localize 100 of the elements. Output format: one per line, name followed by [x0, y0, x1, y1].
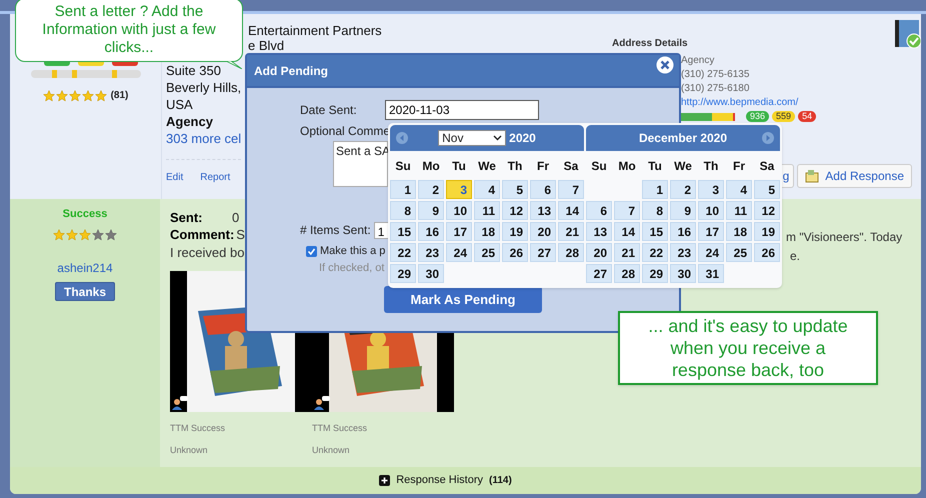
calendar-day[interactable]: 11	[726, 201, 752, 220]
calendar-day[interactable]: 14	[614, 222, 640, 241]
calendar-day[interactable]: 9	[670, 201, 696, 220]
calendar-day[interactable]: 15	[390, 222, 416, 241]
calendar-day[interactable]: 27	[530, 243, 556, 262]
photo-note: Unknown	[170, 444, 209, 456]
calendar-day[interactable]: 1	[642, 180, 668, 199]
comment-text: m "Visioneers". Today	[786, 229, 902, 246]
action-link[interactable]: Report	[200, 170, 230, 185]
count-badge: 54	[798, 111, 816, 122]
next-month-icon	[762, 132, 774, 144]
address-line: Suite 350	[166, 62, 221, 79]
calendar-day[interactable]: 30	[670, 264, 696, 283]
calendar-day[interactable]: 11	[474, 201, 500, 220]
field-label: Date Sent:	[300, 102, 358, 119]
calendar-day[interactable]: 27	[586, 264, 612, 283]
calendar-day[interactable]: 6	[530, 180, 556, 199]
calendar-day[interactable]: 17	[446, 222, 472, 241]
weekday-label: Sa	[760, 158, 774, 174]
calendar-day[interactable]: 19	[502, 222, 528, 241]
calendar-day[interactable]: 7	[614, 201, 640, 220]
calendar-day[interactable]: 9	[418, 201, 444, 220]
rating-count: (81)	[110, 89, 128, 103]
calendar-day[interactable]: 21	[558, 222, 584, 241]
calendar-day[interactable]: 12	[754, 201, 780, 220]
calendar-day[interactable]: 10	[446, 201, 472, 220]
calendar-day[interactable]: 31	[698, 264, 724, 283]
calendar-day[interactable]: 13	[586, 222, 612, 241]
calendar-day[interactable]: 1	[390, 180, 416, 199]
calendar-day[interactable]: 19	[754, 222, 780, 241]
calendar-day[interactable]: 5	[502, 180, 528, 199]
calendar-day[interactable]: 22	[390, 243, 416, 262]
calendar-day[interactable]: 20	[530, 222, 556, 241]
calendar-day[interactable]: 17	[698, 222, 724, 241]
action-button[interactable]: g	[782, 164, 794, 188]
user-comment-icon	[314, 396, 330, 410]
calendar-day[interactable]: 25	[726, 243, 752, 262]
calendar-day[interactable]: 4	[474, 180, 500, 199]
calendar-day[interactable]: 23	[418, 243, 444, 262]
star-icon	[68, 90, 81, 102]
calendar-day[interactable]: 30	[418, 264, 444, 283]
count-badge: 559	[772, 111, 796, 122]
calendar-day[interactable]: 16	[418, 222, 444, 241]
calendar-day[interactable]: 5	[754, 180, 780, 199]
calendar-day[interactable]: 22	[642, 243, 668, 262]
weekday-label: Tu	[648, 158, 662, 174]
hint-text: If checked, ot	[319, 260, 384, 276]
calendar-day[interactable]: 24	[446, 243, 472, 262]
add-response-button[interactable]: Add Response	[797, 164, 912, 188]
calendar-day[interactable]: 3	[698, 180, 724, 199]
calendar-day[interactable]: 29	[642, 264, 668, 283]
field-label: Sent:	[170, 209, 204, 226]
thanks-button[interactable]: Thanks	[54, 282, 115, 300]
calendar-day[interactable]: 14	[558, 201, 584, 220]
calendar-day[interactable]: 26	[754, 243, 780, 262]
month-select[interactable]: Nov	[438, 130, 506, 146]
history-count: (114)	[489, 474, 512, 488]
calendar-day[interactable]: 28	[614, 264, 640, 283]
website-link[interactable]: http://www.bepmedia.com/	[681, 96, 798, 110]
photo-caption: TTM Success	[312, 422, 368, 435]
calendar-day[interactable]: 29	[390, 264, 416, 283]
calendar-day[interactable]: 8	[390, 201, 416, 220]
calendar-day[interactable]: 25	[474, 243, 500, 262]
user-link[interactable]: ashein214	[57, 258, 113, 276]
calendar-day[interactable]: 13	[530, 201, 556, 220]
calendar-day[interactable]: 26	[502, 243, 528, 262]
calendar-day[interactable]: 12	[502, 201, 528, 220]
date-field[interactable]: 2020-11-03	[385, 100, 539, 120]
address-line: Beverly Hills,	[166, 79, 242, 96]
calendar-day[interactable]: 10	[698, 201, 724, 220]
checkbox[interactable]	[306, 246, 317, 257]
calendar-day[interactable]: 18	[474, 222, 500, 241]
calendar-day[interactable]: 20	[586, 243, 612, 262]
address-line: e Blvd	[248, 38, 284, 53]
calendar-day[interactable]: 7	[558, 180, 584, 199]
weekday-label: Fr	[537, 158, 549, 174]
submit-button[interactable]: Mark As Pending	[384, 286, 542, 313]
calendar-day[interactable]: 28	[558, 243, 584, 262]
calendar-day[interactable]: 23	[670, 243, 696, 262]
photo-caption: TTM Success	[170, 422, 226, 435]
calendar-day[interactable]: 18	[726, 222, 752, 241]
detail-value: Agency	[681, 54, 714, 68]
calendar-day[interactable]: 3	[446, 180, 472, 199]
calendar-day[interactable]: 2	[418, 180, 444, 199]
detail-value: (310) 275-6135	[681, 68, 750, 82]
action-link[interactable]: Edit	[166, 170, 184, 185]
calendar-day[interactable]: 21	[614, 243, 640, 262]
calendar-day[interactable]: 8	[642, 201, 668, 220]
calendar-day[interactable]: 15	[642, 222, 668, 241]
calendar-day[interactable]: 16	[670, 222, 696, 241]
calendar-day[interactable]: 2	[670, 180, 696, 199]
calendar-day[interactable]: 6	[586, 201, 612, 220]
history-link[interactable]: Response History	[396, 472, 484, 489]
calendar-day[interactable]: 24	[698, 243, 724, 262]
field-value: 0	[232, 209, 240, 226]
check-icon	[307, 246, 316, 256]
calendar-day[interactable]: 4	[726, 180, 752, 199]
more-link[interactable]: 303 more cel	[166, 130, 242, 147]
previous-month-icon	[396, 132, 408, 144]
weekday-label: Th	[704, 158, 718, 174]
